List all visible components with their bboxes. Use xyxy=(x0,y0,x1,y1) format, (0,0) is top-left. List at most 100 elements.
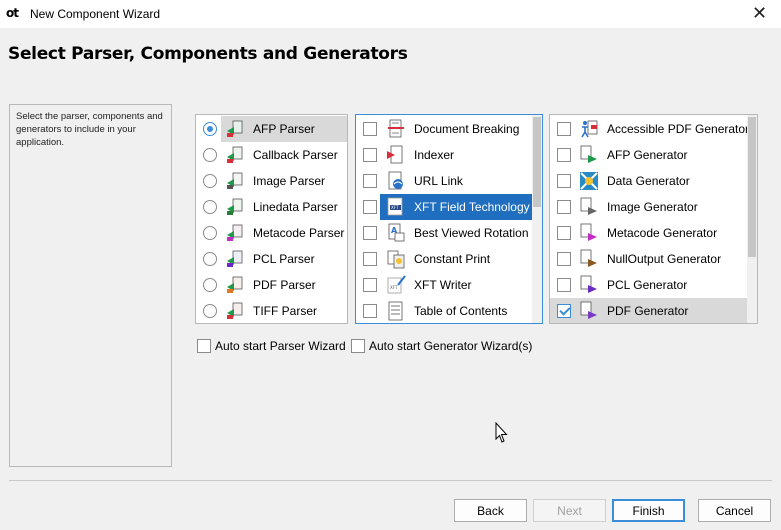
parser-radio[interactable] xyxy=(203,200,217,214)
component-checkbox[interactable] xyxy=(363,304,377,318)
generator-checkbox[interactable] xyxy=(557,252,571,266)
page-title: Select Parser, Components and Generators xyxy=(8,44,408,64)
scroll-thumb[interactable] xyxy=(533,117,541,207)
metacode-generator-icon xyxy=(579,223,599,243)
component-item-url-link[interactable]: URL Link xyxy=(356,168,532,194)
parser-item-pcl[interactable]: PCL Parser xyxy=(196,246,347,272)
component-checkbox[interactable] xyxy=(363,148,377,162)
generator-item-afp[interactable]: AFP Generator xyxy=(550,142,747,168)
parser-item-linedata[interactable]: Linedata Parser xyxy=(196,194,347,220)
parser-radio[interactable] xyxy=(203,252,217,266)
parser-radio[interactable] xyxy=(203,148,217,162)
parser-radio[interactable] xyxy=(203,278,217,292)
finish-button[interactable]: Finish xyxy=(612,499,685,522)
cancel-button[interactable]: Cancel xyxy=(698,499,771,522)
wizard-header: Select Parser, Components and Generators xyxy=(0,28,781,88)
component-checkbox[interactable] xyxy=(363,278,377,292)
parser-label: PDF Parser xyxy=(253,278,316,292)
window-title: New Component Wizard xyxy=(30,7,161,21)
component-label: Constant Print xyxy=(414,252,491,266)
rotation-icon: A xyxy=(386,223,406,243)
generator-label: NullOutput Generator xyxy=(607,252,722,266)
generator-item-accessible-pdf[interactable]: Accessible PDF Generator xyxy=(550,116,750,142)
generator-checkbox[interactable] xyxy=(557,278,571,292)
parser-radio[interactable] xyxy=(203,122,217,136)
generator-checkbox[interactable] xyxy=(557,304,571,318)
component-scrollbar[interactable] xyxy=(532,115,542,323)
generator-label: Accessible PDF Generator xyxy=(607,122,750,136)
generator-list[interactable]: Accessible PDF Generator AFP Generator D… xyxy=(549,114,758,324)
accessible-pdf-icon xyxy=(579,119,599,139)
back-button[interactable]: Back xyxy=(454,499,527,522)
component-checkbox[interactable] xyxy=(363,252,377,266)
close-icon[interactable]: ✕ xyxy=(752,3,767,23)
component-item-xft-writer[interactable]: XFT XFT Writer xyxy=(356,272,532,298)
generator-item-pdf[interactable]: PDF Generator xyxy=(550,298,747,323)
component-checkbox[interactable] xyxy=(363,174,377,188)
component-label: XFT Field Technology xyxy=(414,200,530,214)
generator-item-nulloutput[interactable]: NullOutput Generator xyxy=(550,246,747,272)
generator-label: AFP Generator xyxy=(607,148,688,162)
parser-label: AFP Parser xyxy=(253,122,315,136)
component-item-table-of-contents[interactable]: Table of Contents xyxy=(356,298,532,323)
data-generator-icon xyxy=(579,171,599,191)
parser-radio[interactable] xyxy=(203,304,217,318)
url-link-icon xyxy=(386,171,406,191)
generator-checkbox[interactable] xyxy=(557,148,571,162)
xft-writer-icon: XFT xyxy=(386,275,406,295)
generator-checkbox[interactable] xyxy=(557,122,571,136)
generator-item-metacode[interactable]: Metacode Generator xyxy=(550,220,747,246)
parser-list[interactable]: AFP Parser Callback Parser Image Parser … xyxy=(195,114,348,324)
parser-item-metacode[interactable]: Metacode Parser xyxy=(196,220,347,246)
parser-radio[interactable] xyxy=(203,174,217,188)
nulloutput-generator-icon xyxy=(579,249,599,269)
parser-label: Image Parser xyxy=(253,174,326,188)
next-button[interactable]: Next xyxy=(533,499,606,522)
component-list[interactable]: Document Breaking Indexer URL Link XFT X… xyxy=(355,114,543,324)
title-bar: ot New Component Wizard ✕ xyxy=(0,0,781,28)
auto-start-parser-checkbox[interactable] xyxy=(197,339,211,353)
parser-item-callback[interactable]: Callback Parser xyxy=(196,142,347,168)
auto-start-parser-label: Auto start Parser Wizard xyxy=(215,339,346,353)
parser-item-image[interactable]: Image Parser xyxy=(196,168,347,194)
linedata-parser-icon xyxy=(225,197,245,217)
component-label: XFT Writer xyxy=(414,278,472,292)
parser-radio[interactable] xyxy=(203,226,217,240)
pdf-generator-icon xyxy=(579,301,599,321)
generator-label: PDF Generator xyxy=(607,304,689,318)
parser-item-pdf[interactable]: PDF Parser xyxy=(196,272,347,298)
pdf-parser-icon xyxy=(225,275,245,295)
svg-text:XFT: XFT xyxy=(390,285,398,290)
component-item-rotation[interactable]: A Best Viewed Rotation xyxy=(356,220,532,246)
component-checkbox[interactable] xyxy=(363,226,377,240)
parser-label: Metacode Parser xyxy=(253,226,345,240)
xft-field-icon: XFT xyxy=(386,197,406,217)
auto-start-generator-checkbox[interactable] xyxy=(351,339,365,353)
generator-scrollbar[interactable] xyxy=(747,115,757,323)
component-label: Indexer xyxy=(414,148,455,162)
parser-item-tiff[interactable]: TIFF Parser xyxy=(196,298,347,323)
component-label: Document Breaking xyxy=(414,122,520,136)
description-text: Select the parser, components and genera… xyxy=(16,111,163,148)
parser-item-afp[interactable]: AFP Parser xyxy=(196,116,347,142)
scroll-thumb[interactable] xyxy=(748,117,756,257)
parser-label: TIFF Parser xyxy=(253,304,318,318)
generator-label: Data Generator xyxy=(607,174,690,188)
component-item-indexer[interactable]: Indexer xyxy=(356,142,532,168)
generator-checkbox[interactable] xyxy=(557,226,571,240)
component-checkbox[interactable] xyxy=(363,122,377,136)
component-checkbox[interactable] xyxy=(363,200,377,214)
component-item-constant-print[interactable]: Constant Print xyxy=(356,246,532,272)
metacode-parser-icon xyxy=(225,223,245,243)
tiff-parser-icon xyxy=(225,301,245,321)
generator-checkbox[interactable] xyxy=(557,200,571,214)
component-item-xft-field[interactable]: XFT XFT Field Technology xyxy=(356,194,532,220)
image-parser-icon xyxy=(225,171,245,191)
component-item-document-breaking[interactable]: Document Breaking xyxy=(356,116,532,142)
generator-item-data[interactable]: Data Generator xyxy=(550,168,747,194)
generator-item-image[interactable]: Image Generator xyxy=(550,194,747,220)
generator-checkbox[interactable] xyxy=(557,174,571,188)
svg-text:XFT: XFT xyxy=(391,205,399,210)
indexer-icon xyxy=(386,145,406,165)
generator-item-pcl[interactable]: PCL Generator xyxy=(550,272,747,298)
